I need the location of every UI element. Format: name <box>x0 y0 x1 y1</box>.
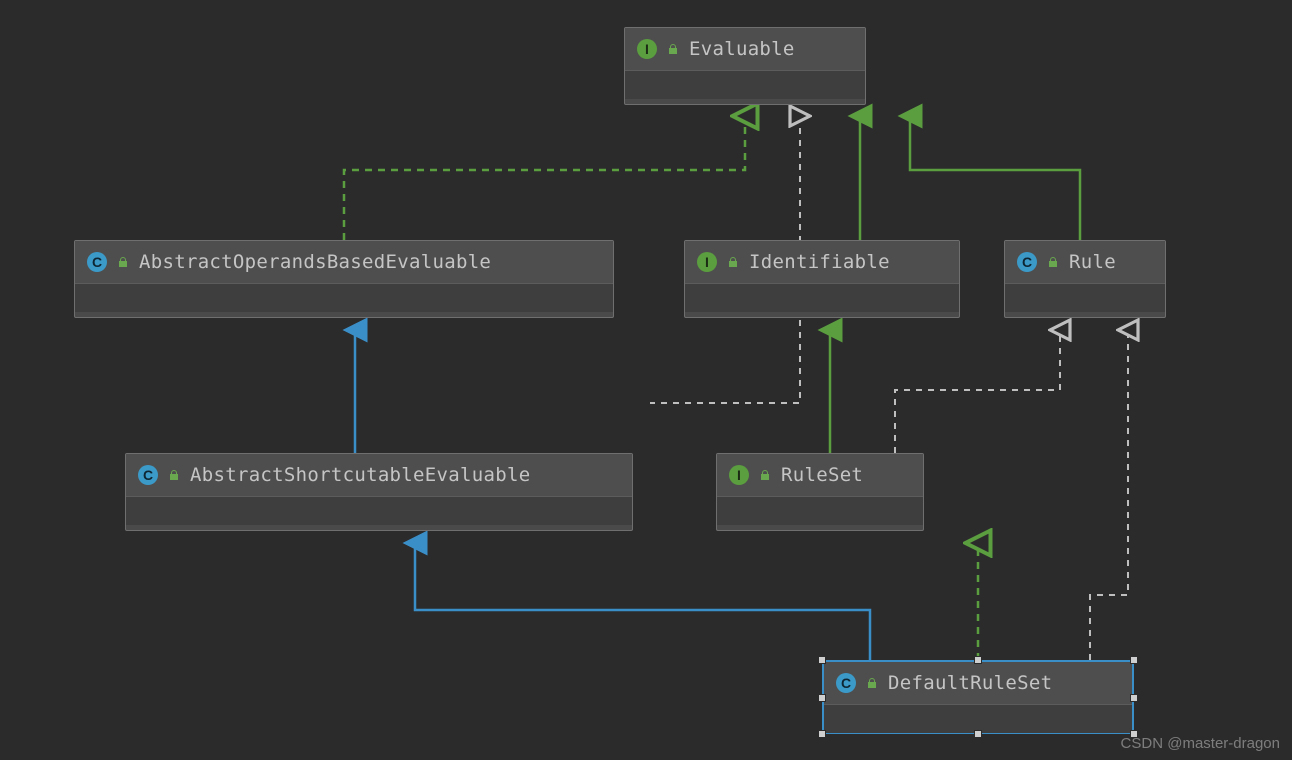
node-rule[interactable]: C Rule <box>1004 240 1166 318</box>
edge-default-rule <box>1090 330 1128 660</box>
edge-default-ascut <box>415 543 870 660</box>
selection-handle[interactable] <box>974 656 982 664</box>
interface-icon: I <box>637 39 657 59</box>
node-abstract-operands-based-evaluable[interactable]: C AbstractOperandsBasedEvaluable <box>74 240 614 318</box>
edges-layer <box>0 0 1292 760</box>
interface-icon: I <box>697 252 717 272</box>
lock-icon <box>667 40 679 59</box>
node-label: Evaluable <box>689 38 795 60</box>
edge-rule-evaluable <box>910 116 1080 240</box>
lock-icon <box>117 253 129 272</box>
selection-handle[interactable] <box>818 730 826 738</box>
lock-icon <box>866 674 878 693</box>
class-icon: C <box>138 465 158 485</box>
node-evaluable[interactable]: I Evaluable <box>624 27 866 105</box>
selection-handle[interactable] <box>818 656 826 664</box>
selection-handle[interactable] <box>1130 656 1138 664</box>
lock-icon <box>759 466 771 485</box>
node-ruleset[interactable]: I RuleSet <box>716 453 924 531</box>
edge-aob-evaluable <box>344 116 745 240</box>
selection-handle[interactable] <box>974 730 982 738</box>
edge-ruleset-rule <box>895 330 1060 453</box>
selection-handle[interactable] <box>1130 694 1138 702</box>
class-icon: C <box>1017 252 1037 272</box>
node-abstract-shortcutable-evaluable[interactable]: C AbstractShortcutableEvaluable <box>125 453 633 531</box>
node-label: DefaultRuleSet <box>888 672 1052 694</box>
lock-icon <box>727 253 739 272</box>
node-identifiable[interactable]: I Identifiable <box>684 240 960 318</box>
node-label: AbstractOperandsBasedEvaluable <box>139 251 491 273</box>
class-icon: C <box>87 252 107 272</box>
node-label: RuleSet <box>781 464 863 486</box>
lock-icon <box>1047 253 1059 272</box>
node-label: Rule <box>1069 251 1116 273</box>
node-label: AbstractShortcutableEvaluable <box>190 464 530 486</box>
watermark: CSDN @master-dragon <box>1121 735 1280 752</box>
class-icon: C <box>836 673 856 693</box>
node-label: Identifiable <box>749 251 890 273</box>
interface-icon: I <box>729 465 749 485</box>
lock-icon <box>168 466 180 485</box>
node-default-ruleset[interactable]: C DefaultRuleSet <box>822 660 1134 734</box>
diagram-canvas[interactable]: { "nodes": { "evaluable": { "name": "Eva… <box>0 0 1292 760</box>
selection-handle[interactable] <box>818 694 826 702</box>
